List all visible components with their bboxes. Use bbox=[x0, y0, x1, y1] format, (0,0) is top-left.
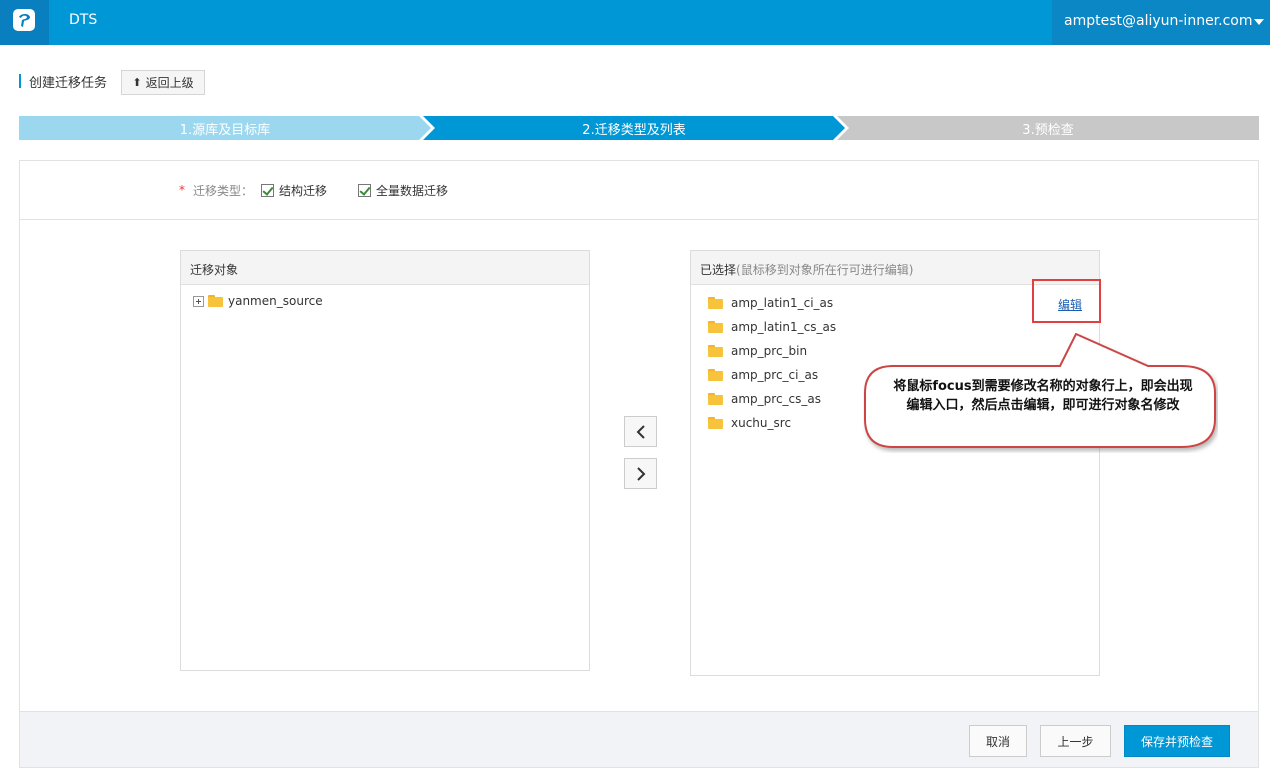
list-item-label: amp_prc_bin bbox=[731, 344, 808, 358]
list-item[interactable]: xuchu_src bbox=[708, 416, 791, 430]
folder-icon bbox=[708, 321, 724, 333]
list-item[interactable]: amp_prc_ci_as bbox=[708, 368, 818, 382]
structure-migration-checkbox[interactable]: 结构迁移 bbox=[261, 182, 327, 199]
previous-step-button[interactable]: 上一步 bbox=[1040, 725, 1111, 757]
step-precheck: 3.预检查 bbox=[837, 116, 1259, 140]
selected-list-hint: (鼠标移到对象所在行可进行编辑) bbox=[736, 263, 914, 277]
list-item[interactable]: amp_latin1_cs_as bbox=[708, 320, 836, 334]
step-source-target: 1.源库及目标库 bbox=[19, 116, 431, 140]
checkbox-checked-icon[interactable] bbox=[358, 184, 371, 197]
full-data-migration-checkbox[interactable]: 全量数据迁移 bbox=[358, 182, 448, 199]
user-menu[interactable]: amptest@aliyun-inner.com bbox=[1052, 0, 1270, 45]
list-item-label: amp_prc_ci_as bbox=[731, 368, 819, 382]
tree-node[interactable]: yanmen_source bbox=[193, 294, 323, 308]
folder-icon bbox=[208, 295, 224, 307]
checkbox-label: 结构迁移 bbox=[279, 184, 328, 198]
title-accent-bar bbox=[19, 74, 21, 88]
top-navbar: DTS amptest@aliyun-inner.com bbox=[0, 0, 1270, 45]
expand-plus-icon[interactable] bbox=[193, 295, 204, 307]
chevron-left-icon bbox=[636, 424, 645, 439]
folder-icon bbox=[708, 417, 724, 429]
cancel-button[interactable]: 取消 bbox=[969, 725, 1027, 757]
move-left-button[interactable] bbox=[624, 416, 657, 447]
source-objects-list[interactable]: 迁移对象 yanmen_source bbox=[180, 250, 590, 671]
checkbox-checked-icon[interactable] bbox=[261, 184, 274, 197]
source-list-header: 迁移对象 bbox=[181, 251, 589, 285]
tree-node-label: yanmen_source bbox=[228, 294, 323, 308]
list-item-label: amp_prc_cs_as bbox=[731, 392, 821, 406]
annotation-text: 将鼠标focus到需要修改名称的对象行上，即会出现编辑入口，然后点击编辑，即可进… bbox=[893, 379, 1193, 413]
folder-icon bbox=[708, 345, 724, 357]
app-name[interactable]: DTS bbox=[69, 12, 97, 28]
step-progress: 1.源库及目标库 3.预检查 2.迁移类型及列表 bbox=[19, 116, 1259, 140]
list-item-label: amp_latin1_ci_as bbox=[731, 296, 834, 310]
folder-icon bbox=[708, 369, 724, 381]
chevron-down-icon bbox=[1254, 19, 1264, 25]
list-item[interactable]: amp_latin1_ci_as bbox=[708, 296, 833, 310]
step-label: 2.迁移类型及列表 bbox=[582, 122, 686, 138]
back-button[interactable]: ⬆ 返回上级 bbox=[121, 70, 205, 95]
folder-icon bbox=[708, 297, 724, 309]
aliyun-logo-icon bbox=[13, 9, 35, 31]
selected-list-title: 已选择 bbox=[700, 263, 737, 277]
list-item-label: xuchu_src bbox=[731, 416, 792, 430]
required-mark: * bbox=[179, 183, 185, 197]
page-title: 创建迁移任务 bbox=[29, 76, 108, 91]
step-label: 1.源库及目标库 bbox=[179, 122, 271, 138]
migration-type-row: * 迁移类型： 结构迁移 全量数据迁移 bbox=[20, 161, 1258, 220]
main-panel: * 迁移类型： 结构迁移 全量数据迁移 迁移对象 yanmen_source 已… bbox=[19, 160, 1259, 768]
checkbox-label: 全量数据迁移 bbox=[376, 184, 449, 198]
user-email: amptest@aliyun-inner.com bbox=[1064, 13, 1253, 29]
save-and-precheck-button[interactable]: 保存并预检查 bbox=[1124, 725, 1230, 757]
chevron-right-icon bbox=[636, 466, 645, 481]
edit-highlight-box bbox=[1032, 279, 1101, 323]
step-label: 3.预检查 bbox=[1022, 122, 1074, 138]
move-right-button[interactable] bbox=[624, 458, 657, 489]
footer-actions: 取消 上一步 保存并预检查 bbox=[20, 711, 1258, 767]
migration-type-label: 迁移类型： bbox=[193, 184, 254, 198]
list-item[interactable]: amp_prc_cs_as bbox=[708, 392, 821, 406]
folder-icon bbox=[708, 393, 724, 405]
logo[interactable] bbox=[0, 0, 49, 45]
step-type-list: 2.迁移类型及列表 bbox=[423, 116, 845, 140]
back-button-label: 返回上级 bbox=[145, 76, 194, 90]
list-item[interactable]: amp_prc_bin bbox=[708, 344, 807, 358]
list-item-label: amp_latin1_cs_as bbox=[731, 320, 837, 334]
arrow-up-icon: ⬆ bbox=[132, 76, 142, 89]
